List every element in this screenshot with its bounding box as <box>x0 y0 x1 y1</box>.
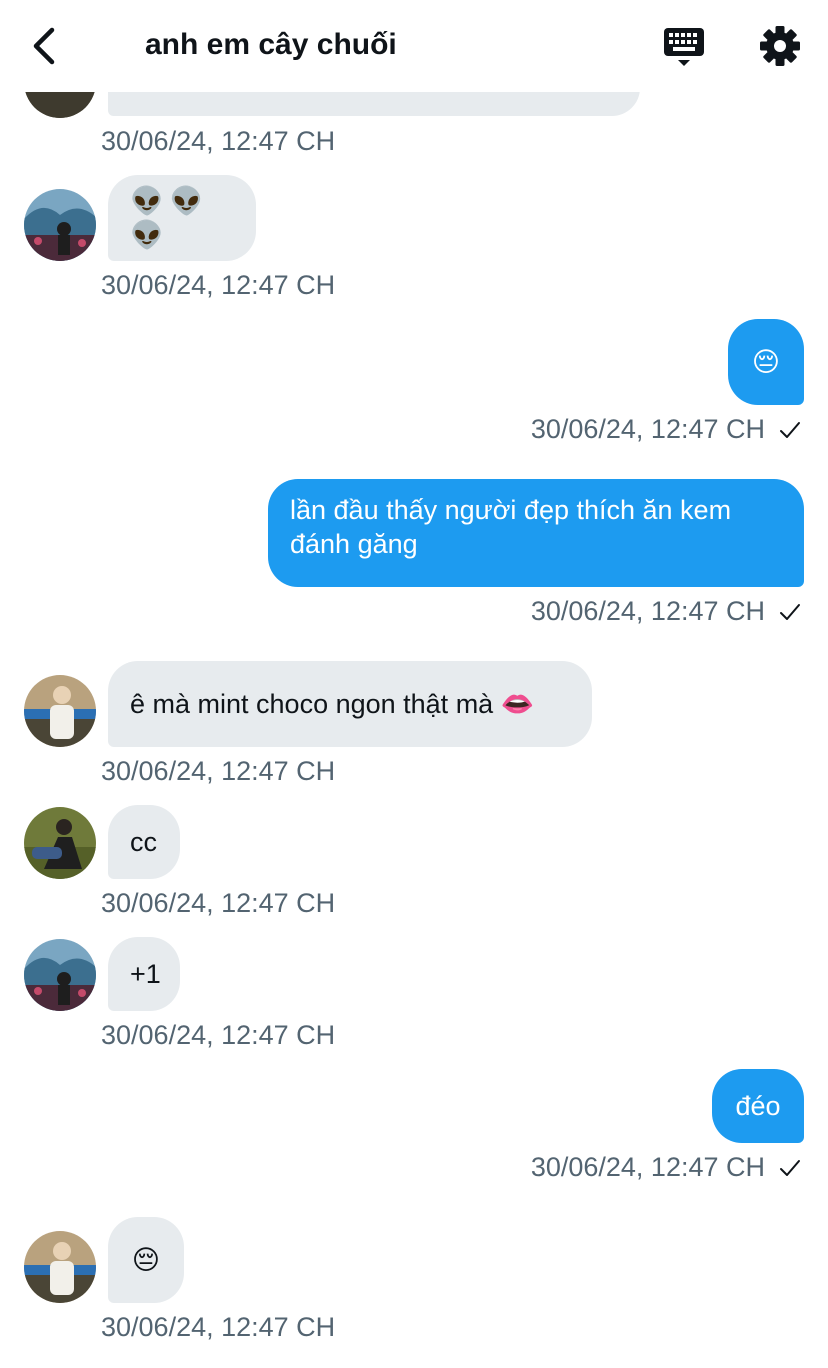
message-text: 😔 <box>751 347 781 377</box>
conversation-title: anh em cây chuối <box>145 28 397 61</box>
message-bubble[interactable]: ê mà mint choco ngon thật mà 👄 <box>108 661 592 747</box>
chat-header: anh em cây chuối <box>0 0 828 92</box>
message-timestamp: 30/06/24, 12:47 CH <box>530 1152 765 1182</box>
avatar[interactable] <box>24 675 96 747</box>
settings-button[interactable] <box>756 22 804 70</box>
message-timestamp: 30/06/24, 12:47 CH <box>101 756 336 786</box>
message-bubble[interactable]: cc <box>108 805 180 879</box>
keyboard-icon <box>664 28 704 66</box>
gear-icon <box>760 26 800 66</box>
checkmark-icon <box>780 1160 800 1176</box>
message-timestamp: 30/06/24, 12:47 CH <box>101 1020 336 1050</box>
message-text: cc <box>130 827 157 857</box>
message-timestamp: 30/06/24, 12:47 CH <box>101 126 336 156</box>
checkmark-icon <box>780 604 800 620</box>
keyboard-button[interactable] <box>660 24 708 72</box>
message-bubble[interactable]: 😔 <box>108 1217 184 1303</box>
message-text: ê mà mint choco ngon thật mà 👄 <box>130 689 535 719</box>
message-bubble[interactable]: đéo <box>712 1069 804 1143</box>
checkmark-icon <box>780 422 800 438</box>
message-text: +1 <box>130 959 161 989</box>
message-text: đéo <box>735 1091 781 1121</box>
message-timestamp: 30/06/24, 12:47 CH <box>530 596 765 626</box>
message-bubble[interactable]: 👽👽👽 <box>108 175 256 261</box>
message-text: 😔 <box>131 1245 161 1275</box>
message-timestamp: 30/06/24, 12:47 CH <box>101 270 336 300</box>
avatar[interactable] <box>24 189 96 261</box>
message-timestamp: 30/06/24, 12:47 CH <box>101 1312 336 1342</box>
avatar[interactable] <box>24 1231 96 1303</box>
message-bubble[interactable]: +1 <box>108 937 180 1011</box>
message-timestamp: 30/06/24, 12:47 CH <box>101 888 336 918</box>
avatar[interactable] <box>24 807 96 879</box>
message-bubble[interactable]: lần đầu thấy người đẹp thích ăn kem đánh… <box>268 479 804 587</box>
back-button[interactable] <box>22 22 70 70</box>
chevron-left-icon <box>33 27 55 65</box>
message-text: lần đầu thấy người đẹp thích ăn kem đánh… <box>290 495 732 559</box>
avatar[interactable] <box>24 939 96 1011</box>
message-text: 👽👽👽 <box>130 186 210 250</box>
message-timestamp: 30/06/24, 12:47 CH <box>530 414 765 444</box>
message-bubble[interactable]: 😔 <box>728 319 804 405</box>
